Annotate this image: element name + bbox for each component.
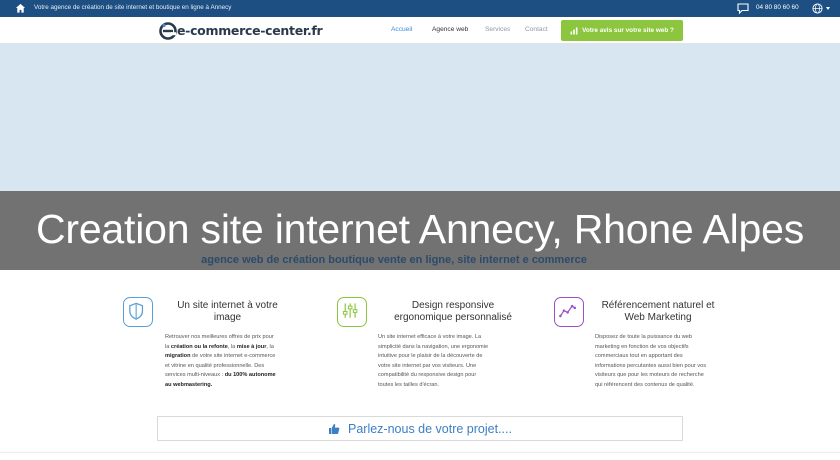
feature-text-line: qui référencent des contenus de qualité. xyxy=(595,381,695,388)
feature-description: Retrouver nos meilleures offres de prix … xyxy=(165,333,300,390)
bar-chart-icon xyxy=(570,27,578,34)
caret-down-icon[interactable] xyxy=(826,7,830,10)
feature-text-line: compatibilité du responsive design pour xyxy=(378,372,477,378)
feature-text-line: informations percutantes aussi bien pour… xyxy=(595,362,707,369)
top-bar: Votre agence de création de site interne… xyxy=(0,0,840,17)
site-logo[interactable]: e-commerce-center.fr xyxy=(159,21,323,40)
feature-text-line: Un site internet efficace à votre image.… xyxy=(378,334,482,340)
feature-text-line: toutes les tailles d'écran. xyxy=(378,381,440,388)
feature-title: Design responsive ergonomique personnali… xyxy=(394,300,512,323)
hero-title: Creation site internet Annecy, Rhone Alp… xyxy=(35,206,805,252)
feature-text-line: la création ou la refonte, la mise à jou… xyxy=(165,343,274,350)
hero-banner xyxy=(0,44,840,191)
feedback-cta-button[interactable]: Votre avis sur votre site web ? xyxy=(561,20,683,41)
feature-text-line: intuitive pour le plaisir de la découver… xyxy=(378,353,483,359)
home-icon[interactable] xyxy=(15,3,26,14)
nav-item-contact[interactable]: Contact xyxy=(525,26,548,33)
feature-text-line: Disposez de toute la puissance du web xyxy=(595,334,693,340)
chat-icon[interactable] xyxy=(737,3,749,14)
contact-project-button[interactable]: Parlez-nous de votre projet.... xyxy=(157,416,683,441)
thumbs-up-icon xyxy=(329,423,340,434)
feature-text-line: au webmastering. xyxy=(165,381,213,388)
line-chart-icon xyxy=(554,297,584,327)
phone-number[interactable]: 04 80 80 60 60 xyxy=(756,4,799,11)
divider xyxy=(0,452,840,453)
logo-e-icon xyxy=(159,21,177,40)
feature-title: Référencement naturel et Web Marketing xyxy=(601,300,715,323)
contact-project-label: Parlez-nous de votre projet.... xyxy=(348,421,512,436)
feature-text-line: commerciaux tout en apportant des xyxy=(595,353,683,359)
feature-text-line: services multi-niveaux : du 100% autonom… xyxy=(165,372,276,378)
sliders-icon xyxy=(337,297,367,327)
nav-item-accueil[interactable]: Accueil xyxy=(391,26,412,33)
feature-text-line: migration de votre site internet e-comme… xyxy=(165,353,276,359)
logo-text: e-commerce-center.fr xyxy=(177,23,323,38)
feature-text-line: votre site internet par vos visiteurs. U… xyxy=(378,362,477,369)
feature-text-line: et vitrine en qualité professionnelle. D… xyxy=(165,362,265,369)
feature-description: Disposez de toute la puissance du web mar… xyxy=(595,333,735,390)
feedback-cta-label: Votre avis sur votre site web ? xyxy=(582,27,674,34)
shield-icon xyxy=(123,297,153,327)
feature-text-line: simplicité dans la navigation, une ergon… xyxy=(378,343,489,350)
feature-text-line: marketing en fonction de vos objectifs xyxy=(595,343,689,350)
top-bar-tagline: Votre agence de création de site interne… xyxy=(34,4,232,11)
feature-description: Un site internet efficace à votre image.… xyxy=(378,333,518,390)
globe-icon[interactable] xyxy=(812,3,823,14)
main-navbar: e-commerce-center.fr Accueil Agence web … xyxy=(0,17,840,44)
feature-title: Un site internet à votre image xyxy=(177,300,278,323)
nav-item-services[interactable]: Services xyxy=(485,26,510,33)
feature-text-line: Retrouver nos meilleures offres de prix … xyxy=(165,334,274,340)
hero-subtitle: agence web de création boutique vente en… xyxy=(201,254,587,266)
feature-text-line: visiteurs que pour les moteurs de recher… xyxy=(595,372,704,378)
nav-item-agence-web[interactable]: Agence web xyxy=(432,26,468,33)
